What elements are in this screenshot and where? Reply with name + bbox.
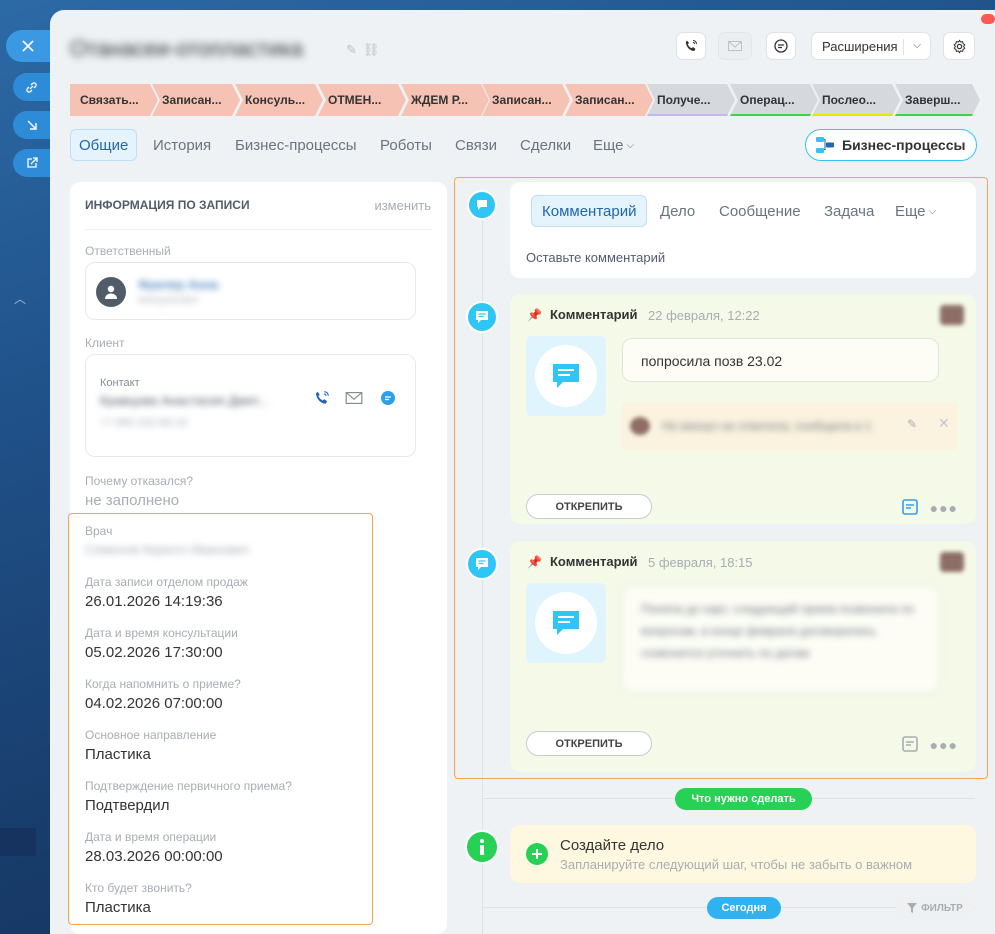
- close-slider-button[interactable]: [6, 30, 50, 62]
- stage-label: Записан...: [162, 93, 222, 107]
- stage-item[interactable]: Заверш...: [895, 84, 980, 116]
- todo-pill: Что нужно сделать: [675, 788, 812, 810]
- filter-button[interactable]: ФИЛЬТР: [896, 897, 974, 919]
- stage-item[interactable]: ОТМЕН...: [318, 84, 406, 116]
- flowchart-icon: [816, 137, 834, 153]
- stage-label: Связать...: [80, 93, 139, 107]
- title-edit-icons[interactable]: ✎⛓: [346, 42, 385, 58]
- stage-item[interactable]: Записан...: [482, 84, 570, 116]
- tab-links[interactable]: Связи: [455, 129, 497, 161]
- responsible-role: консультант: [138, 294, 200, 306]
- section-title: ИНФОРМАЦИЯ ПО ЗАПИСИ: [85, 198, 250, 212]
- contact-phone: +7 965 232-96-19: [100, 417, 188, 429]
- responsible-card[interactable]: Фрилер Анна консультант: [85, 262, 416, 320]
- stage-item[interactable]: ЖДЕМ Р...: [401, 84, 489, 116]
- stage-color-bar: [730, 114, 818, 116]
- chevron-up-icon[interactable]: ︿: [14, 290, 26, 307]
- stage-item[interactable]: Записан...: [565, 84, 653, 116]
- stage-color-bar: [812, 114, 900, 116]
- link-icon: [26, 81, 37, 93]
- open-in-new-window-button[interactable]: [13, 149, 50, 177]
- envelope-icon[interactable]: [345, 392, 363, 404]
- external-link-icon: [26, 157, 38, 168]
- arrow-down-right-icon: [27, 120, 37, 130]
- stage-label: Послео...: [822, 93, 876, 107]
- today-pill: Сегодня: [707, 897, 781, 919]
- edit-link[interactable]: изменить: [374, 198, 431, 213]
- stage-bar: Связать... Записан... Консуль... ОТМЕН... ЖД…: [70, 84, 980, 116]
- chat-sync-icon: [774, 39, 788, 53]
- stage-label: Получе...: [657, 93, 711, 107]
- notification-dot: [981, 14, 995, 24]
- responsible-label: Ответственный: [85, 244, 171, 258]
- info-icon: [480, 839, 484, 855]
- stage-item[interactable]: Консуль...: [235, 84, 323, 116]
- plus-icon[interactable]: [526, 843, 548, 865]
- stage-label: Заверш...: [905, 93, 961, 107]
- email-button[interactable]: [718, 32, 752, 60]
- stage-item[interactable]: Записан...: [152, 84, 240, 116]
- tab-general[interactable]: Общие: [70, 129, 138, 161]
- stage-label: Записан...: [492, 93, 552, 107]
- stage-item[interactable]: Операц...: [730, 84, 818, 116]
- chevron-down-icon: ⌵: [913, 40, 921, 51]
- client-label: Клиент: [85, 336, 125, 350]
- tab-business-processes[interactable]: Бизнес-процессы: [235, 129, 357, 161]
- stage-label: ОТМЕН...: [328, 93, 382, 107]
- left-rail: ︿: [0, 0, 50, 934]
- tab-history[interactable]: История: [153, 129, 211, 161]
- business-processes-button[interactable]: Бизнес-процессы: [805, 129, 977, 161]
- tab-more[interactable]: Еще ⌵: [593, 129, 634, 161]
- tab-deals[interactable]: Сделки: [520, 129, 571, 161]
- refuse-reason-label: Почему отказался?: [85, 474, 193, 488]
- phone-icon: [685, 40, 697, 51]
- stage-item[interactable]: Получе...: [647, 84, 735, 116]
- page-title: Отанасеи-отопластика: [70, 36, 303, 61]
- user-icon: [105, 285, 117, 299]
- stage-color-bar: [647, 114, 735, 116]
- chat-sync-icon[interactable]: [380, 390, 396, 406]
- stage-label: Операц...: [740, 93, 795, 107]
- highlight-fields-outline: [68, 513, 373, 925]
- create-activity-card[interactable]: Создайте дело Запланируйте следующий шаг…: [510, 825, 976, 883]
- stage-label: Консуль...: [245, 93, 306, 107]
- contact-name[interactable]: Кравцова Анастасия Дмит...: [100, 393, 268, 408]
- filter-icon: [907, 903, 918, 913]
- envelope-icon: [728, 41, 742, 51]
- copy-link-button[interactable]: [13, 73, 50, 101]
- close-icon: [22, 40, 34, 52]
- timeline-info-icon: [465, 830, 499, 864]
- tab-more-label: Еще: [593, 136, 624, 154]
- create-activity-subtitle: Запланируйте следующий шаг, чтобы не заб…: [560, 857, 913, 872]
- highlight-timeline-outline: [454, 177, 988, 779]
- stage-item[interactable]: Связать...: [70, 84, 158, 116]
- minimize-button[interactable]: [13, 111, 50, 139]
- rail-dark-block: [0, 828, 36, 856]
- filter-label: ФИЛЬТР: [921, 902, 963, 914]
- stage-color-bar: [895, 114, 980, 116]
- gear-icon: [953, 38, 965, 54]
- stage-label: ЖДЕМ Р...: [411, 93, 468, 107]
- contact-label: Контакт: [100, 377, 140, 389]
- phone-icon[interactable]: [314, 390, 330, 406]
- stage-item[interactable]: Послео...: [812, 84, 900, 116]
- avatar: [96, 277, 126, 307]
- client-card: Контакт Кравцова Анастасия Дмит... +7 96…: [85, 354, 416, 457]
- create-activity-title: Создайте дело: [560, 837, 665, 854]
- extensions-dropdown[interactable]: Расширения ⌵: [811, 32, 931, 60]
- call-button[interactable]: [676, 32, 706, 60]
- business-processes-label: Бизнес-процессы: [842, 137, 966, 153]
- tab-robots[interactable]: Роботы: [380, 129, 432, 161]
- extensions-label: Расширения: [822, 38, 898, 54]
- sync-chat-button[interactable]: [766, 32, 796, 60]
- chevron-down-icon: ⌵: [626, 139, 635, 151]
- refuse-reason-value: не заполнено: [85, 492, 180, 509]
- stage-label: Записан...: [575, 93, 635, 107]
- responsible-name[interactable]: Фрилер Анна: [138, 277, 218, 292]
- settings-button[interactable]: [943, 32, 975, 60]
